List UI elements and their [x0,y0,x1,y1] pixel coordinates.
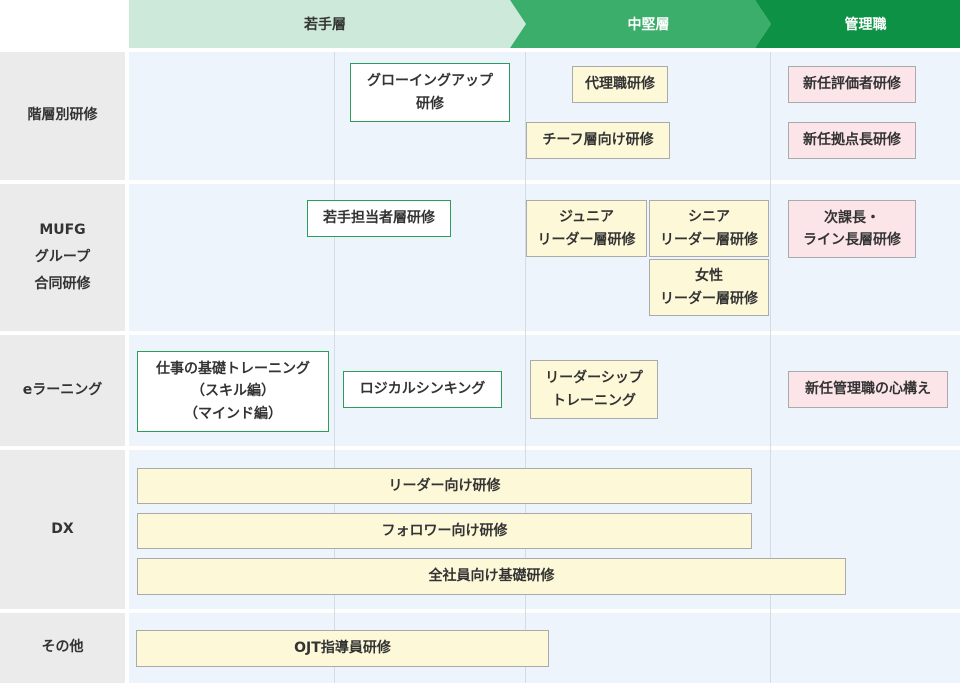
phase-label-mid: 中堅層 [627,17,670,33]
program-ojt: OJT指導員研修 [136,630,549,667]
program-growing-up: グローイングアップ 研修 [350,63,510,122]
program-logical-thinking: ロジカルシンキング [343,371,502,408]
phase-label-manager: 管理職 [844,17,887,33]
program-dx-leader: リーダー向け研修 [137,468,752,504]
program-new-evaluator: 新任評価者研修 [788,66,916,103]
program-dx-all-employees: 全社員向け基礎研修 [137,558,846,595]
program-chief: チーフ層向け研修 [526,122,670,159]
program-senior-leader: シニア リーダー層研修 [649,200,769,257]
row-header-hierarchy: 階層別研修 [0,52,125,180]
program-new-branch-manager: 新任拠点長研修 [788,122,916,159]
row-header-dx: DX [0,450,125,609]
program-leadership-training: リーダーシップ トレーニング [530,360,658,419]
program-deputy-section-chief: 次課長・ ライン長層研修 [788,200,916,258]
program-dx-follower: フォロワー向け研修 [137,513,752,549]
program-junior-leader: ジュニア リーダー層研修 [526,200,647,257]
program-new-manager-mindset: 新任管理職の心構え [788,371,948,408]
training-system-chart: 若手層 中堅層 管理職 階層別研修 MUFG グループ 合同研修 eラーニング … [0,0,960,683]
row-header-elearning: eラーニング [0,335,125,446]
phase-label-young: 若手層 [304,17,346,33]
program-deputy: 代理職研修 [572,66,668,103]
row-header-mufg-group: MUFG グループ 合同研修 [0,184,125,331]
program-young-staff: 若手担当者層研修 [307,200,451,237]
program-work-basics: 仕事の基礎トレーニング （スキル編） （マインド編） [137,351,329,432]
row-header-other: その他 [0,613,125,683]
program-female-leader: 女性 リーダー層研修 [649,259,769,316]
